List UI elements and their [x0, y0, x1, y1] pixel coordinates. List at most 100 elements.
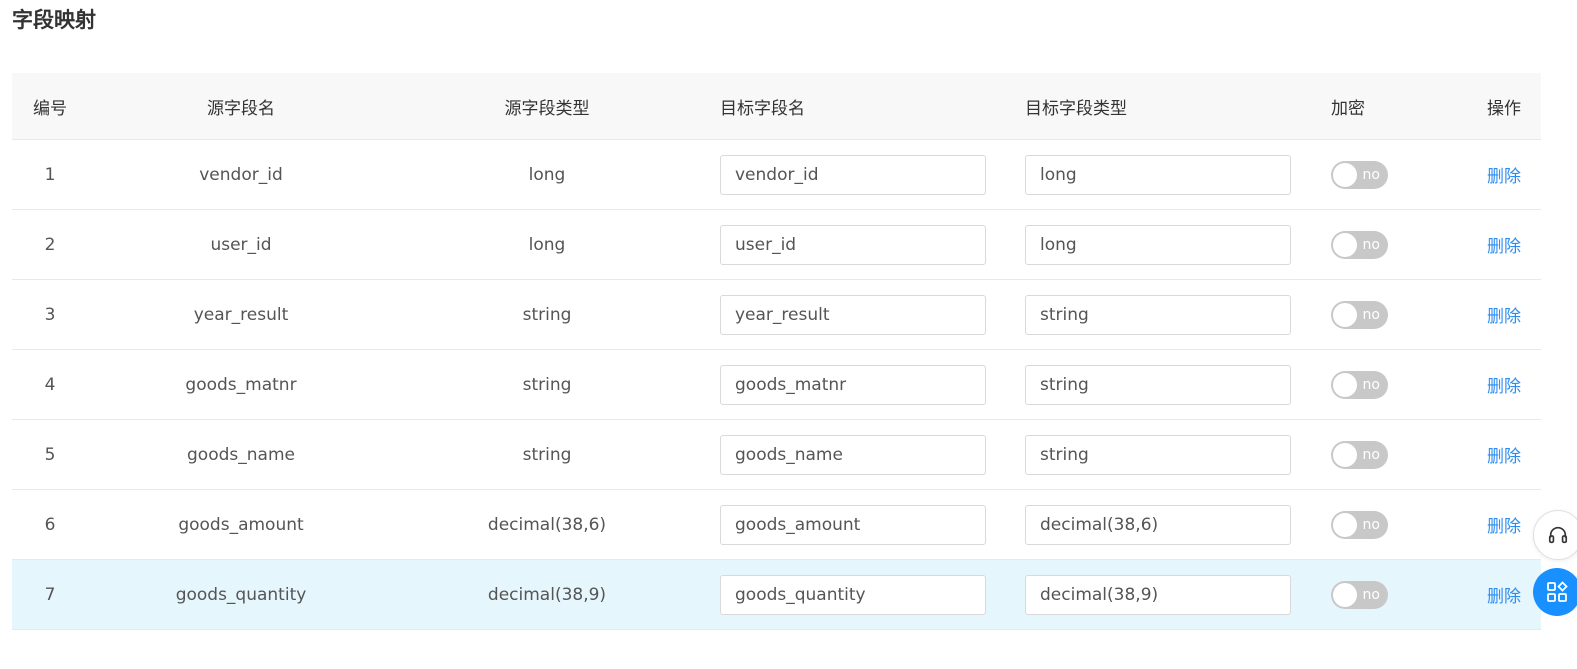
row-number: 5 — [44, 444, 56, 465]
target-field-type-input[interactable]: long — [1025, 224, 1291, 265]
target-type-cell: decimal(38,6) — [1025, 490, 1292, 559]
encrypt-cell: no — [1331, 490, 1391, 559]
target-name-cell: vendor_id — [720, 140, 986, 209]
target-type-cell: decimal(38,9) — [1025, 560, 1292, 629]
toggle-label: no — [1362, 516, 1380, 533]
app-menu-button[interactable] — [1533, 568, 1577, 616]
table-header-row: 编号 源字段名 源字段类型 目标字段名 目标字段类型 加密 操作 — [12, 73, 1541, 140]
delete-link[interactable]: 删除 — [1487, 582, 1521, 607]
target-type-cell: string — [1025, 280, 1292, 349]
encrypt-toggle[interactable]: no — [1331, 160, 1388, 189]
action-cell: 删除 — [1474, 210, 1534, 279]
source-field-type: long — [528, 234, 566, 255]
source-field-name: user_id — [210, 234, 272, 255]
target-field-type-input[interactable]: decimal(38,6) — [1025, 504, 1291, 545]
table-row: 2 user_id long user_id long no 删除 — [12, 210, 1541, 280]
source-field-type: long — [528, 164, 566, 185]
toggle-label: no — [1362, 376, 1380, 393]
delete-link[interactable]: 删除 — [1487, 372, 1521, 397]
table-row: 1 vendor_id long vendor_id long no 删除 — [12, 140, 1541, 210]
target-field-type-input[interactable]: long — [1025, 154, 1291, 195]
action-cell: 删除 — [1474, 280, 1534, 349]
target-field-name-input[interactable]: vendor_id — [720, 154, 986, 195]
toggle-label: no — [1362, 446, 1380, 463]
row-number: 6 — [44, 514, 56, 535]
encrypt-toggle[interactable]: no — [1331, 300, 1388, 329]
header-no: 编号 — [33, 98, 67, 119]
toggle-knob — [1333, 162, 1357, 187]
source-field-name: year_result — [193, 304, 289, 325]
table-row: 4 goods_matnr string goods_matnr string … — [12, 350, 1541, 420]
row-number: 3 — [44, 304, 56, 325]
table-row: 6 goods_amount decimal(38,6) goods_amoun… — [12, 490, 1541, 560]
target-field-type-input[interactable]: string — [1025, 434, 1291, 475]
target-name-cell: year_result — [720, 280, 986, 349]
source-field-type: decimal(38,9) — [487, 584, 607, 605]
target-field-name-input[interactable]: goods_matnr — [720, 364, 986, 405]
source-field-type: decimal(38,6) — [487, 514, 607, 535]
encrypt-toggle[interactable]: no — [1331, 580, 1388, 609]
source-field-name: vendor_id — [199, 164, 283, 185]
toggle-knob — [1333, 232, 1357, 257]
source-field-name: goods_amount — [178, 514, 304, 535]
delete-link[interactable]: 删除 — [1487, 442, 1521, 467]
target-type-cell: string — [1025, 420, 1292, 489]
action-cell: 删除 — [1474, 350, 1534, 419]
target-name-cell: goods_quantity — [720, 560, 986, 629]
row-number: 7 — [44, 584, 56, 605]
row-number: 1 — [44, 164, 56, 185]
encrypt-toggle[interactable]: no — [1331, 510, 1388, 539]
action-cell: 删除 — [1474, 560, 1534, 629]
encrypt-toggle[interactable]: no — [1331, 440, 1388, 469]
encrypt-cell: no — [1331, 140, 1391, 209]
target-field-name-input[interactable]: goods_quantity — [720, 574, 986, 615]
toggle-knob — [1333, 512, 1357, 537]
toggle-label: no — [1362, 586, 1380, 603]
header-target-type: 目标字段类型 — [1025, 98, 1127, 119]
action-cell: 删除 — [1474, 140, 1534, 209]
delete-link[interactable]: 删除 — [1487, 512, 1521, 537]
source-field-type: string — [522, 374, 572, 395]
encrypt-toggle[interactable]: no — [1331, 370, 1388, 399]
toggle-knob — [1333, 372, 1357, 397]
target-type-cell: string — [1025, 350, 1292, 419]
target-field-type-input[interactable]: decimal(38,9) — [1025, 574, 1291, 615]
encrypt-toggle[interactable]: no — [1331, 230, 1388, 259]
target-type-cell: long — [1025, 140, 1292, 209]
target-field-name-input[interactable]: year_result — [720, 294, 986, 335]
row-number: 4 — [44, 374, 56, 395]
toggle-label: no — [1362, 306, 1380, 323]
encrypt-cell: no — [1331, 280, 1391, 349]
toggle-label: no — [1362, 166, 1380, 183]
delete-link[interactable]: 删除 — [1487, 232, 1521, 257]
delete-link[interactable]: 删除 — [1487, 302, 1521, 327]
source-field-name: goods_name — [187, 444, 295, 465]
target-name-cell: goods_name — [720, 420, 986, 489]
table-row: 3 year_result string year_result string … — [12, 280, 1541, 350]
table-row: 5 goods_name string goods_name string no… — [12, 420, 1541, 490]
page-title: 字段映射 — [12, 8, 96, 32]
encrypt-cell: no — [1331, 420, 1391, 489]
target-name-cell: goods_matnr — [720, 350, 986, 419]
app-grid-icon — [1547, 581, 1568, 602]
source-field-name: goods_quantity — [175, 584, 307, 605]
toggle-knob — [1333, 582, 1357, 607]
toggle-knob — [1333, 442, 1357, 467]
toggle-knob — [1333, 302, 1357, 327]
header-target-name: 目标字段名 — [720, 98, 805, 119]
header-action: 操作 — [1487, 98, 1521, 119]
target-field-name-input[interactable]: user_id — [720, 224, 986, 265]
header-source-name: 源字段名 — [207, 98, 275, 119]
action-cell: 删除 — [1474, 490, 1534, 559]
target-field-name-input[interactable]: goods_amount — [720, 504, 986, 545]
delete-link[interactable]: 删除 — [1487, 162, 1521, 187]
customer-service-button[interactable] — [1533, 510, 1577, 560]
target-field-name-input[interactable]: goods_name — [720, 434, 986, 475]
field-mapping-table: 编号 源字段名 源字段类型 目标字段名 目标字段类型 加密 操作 1 vendo… — [12, 73, 1541, 630]
action-cell: 删除 — [1474, 420, 1534, 489]
source-field-type: string — [522, 304, 572, 325]
encrypt-cell: no — [1331, 210, 1391, 279]
header-source-type: 源字段类型 — [504, 98, 590, 119]
target-field-type-input[interactable]: string — [1025, 294, 1291, 335]
target-field-type-input[interactable]: string — [1025, 364, 1291, 405]
